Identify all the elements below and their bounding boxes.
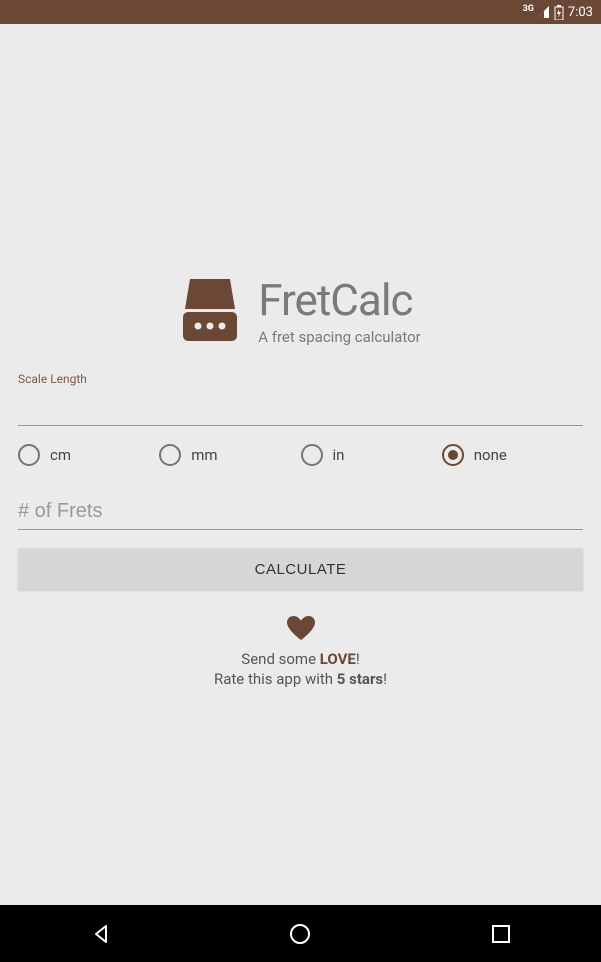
- nav-bar: [0, 905, 601, 962]
- radio-icon: [18, 444, 40, 466]
- radio-icon: [159, 444, 181, 466]
- radio-none[interactable]: none: [442, 444, 583, 466]
- scale-length-label: Scale Length: [18, 372, 583, 386]
- scale-length-input[interactable]: [18, 386, 583, 426]
- radio-icon-selected: [442, 444, 464, 466]
- rate-text: Rate this app with 5 stars!: [18, 670, 583, 688]
- signal-icon: [536, 5, 550, 19]
- logo-block: FretCalc A fret spacing calculator: [18, 274, 583, 346]
- status-bar: 3G 7:03: [0, 0, 601, 24]
- nav-recent-button[interactable]: [487, 920, 515, 948]
- radio-cm[interactable]: cm: [18, 444, 159, 466]
- network-indicator: 3G: [523, 4, 534, 14]
- app-subtitle: A fret spacing calculator: [258, 328, 420, 346]
- heart-icon: [287, 625, 315, 644]
- nav-back-button[interactable]: [86, 920, 114, 948]
- calculate-button[interactable]: CALCULATE: [18, 548, 583, 590]
- unit-radio-group: cm mm in none: [18, 444, 583, 466]
- clock: 7:03: [568, 5, 593, 20]
- radio-in[interactable]: in: [301, 444, 442, 466]
- radio-label: cm: [50, 446, 71, 464]
- radio-icon: [301, 444, 323, 466]
- love-text: Send some LOVE!: [18, 650, 583, 668]
- love-block[interactable]: Send some LOVE! Rate this app with 5 sta…: [18, 616, 583, 688]
- radio-label: mm: [191, 446, 217, 464]
- main-content: FretCalc A fret spacing calculator Scale…: [0, 274, 601, 688]
- radio-mm[interactable]: mm: [159, 444, 300, 466]
- radio-label: none: [474, 446, 507, 464]
- app-logo-icon: [180, 279, 240, 341]
- app-title: FretCalc: [258, 274, 420, 326]
- nav-home-button[interactable]: [286, 920, 314, 948]
- frets-input[interactable]: [18, 490, 583, 530]
- battery-icon: [554, 5, 564, 20]
- radio-label: in: [333, 446, 345, 464]
